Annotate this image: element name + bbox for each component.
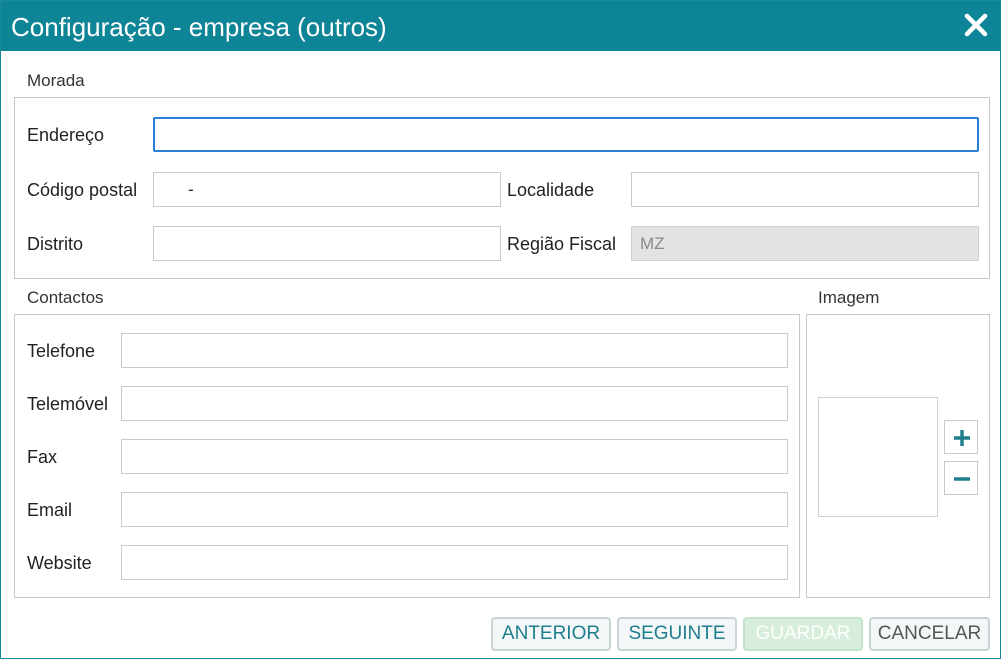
seguinte-button[interactable]: SEGUINTE [617, 617, 737, 651]
config-dialog: Configuração - empresa (outros) Morada E… [0, 0, 1001, 659]
plus-icon[interactable] [944, 420, 978, 454]
email-label: Email [27, 500, 73, 520]
contactos-section-label: Contactos [27, 288, 104, 307]
dialog-titlebar: Configuração - empresa (outros) [1, 1, 1000, 51]
distrito-label: Distrito [27, 234, 84, 254]
guardar-button: GUARDAR [743, 617, 863, 651]
codigo-postal-input[interactable] [153, 172, 501, 207]
endereco-label: Endereço [27, 125, 105, 145]
telemovel-input[interactable] [121, 386, 788, 421]
codigo-postal-separator: - [188, 180, 194, 199]
endereco-input[interactable] [153, 117, 979, 152]
minus-icon[interactable] [944, 461, 978, 495]
localidade-label: Localidade [507, 180, 595, 200]
website-input[interactable] [121, 545, 788, 580]
distrito-input[interactable] [153, 226, 501, 261]
dialog-title: Configuração - empresa (outros) [11, 12, 387, 42]
morada-section-label: Morada [27, 71, 85, 90]
email-input[interactable] [121, 492, 788, 527]
telemovel-label: Telemóvel [27, 394, 109, 414]
close-icon[interactable] [962, 11, 990, 39]
website-label: Website [27, 553, 92, 573]
fax-label: Fax [27, 447, 58, 467]
imagem-section-label: Imagem [818, 288, 880, 307]
image-preview[interactable] [818, 397, 938, 517]
localidade-input[interactable] [631, 172, 979, 207]
telefone-input[interactable] [121, 333, 788, 368]
fax-input[interactable] [121, 439, 788, 474]
cancelar-button[interactable]: CANCELAR [869, 617, 990, 651]
regiao-fiscal-label: Região Fiscal [507, 234, 617, 254]
regiao-fiscal-input [631, 226, 979, 261]
telefone-label: Telefone [27, 341, 96, 361]
codigo-postal-label: Código postal [27, 180, 138, 200]
anterior-button[interactable]: ANTERIOR [491, 617, 611, 651]
